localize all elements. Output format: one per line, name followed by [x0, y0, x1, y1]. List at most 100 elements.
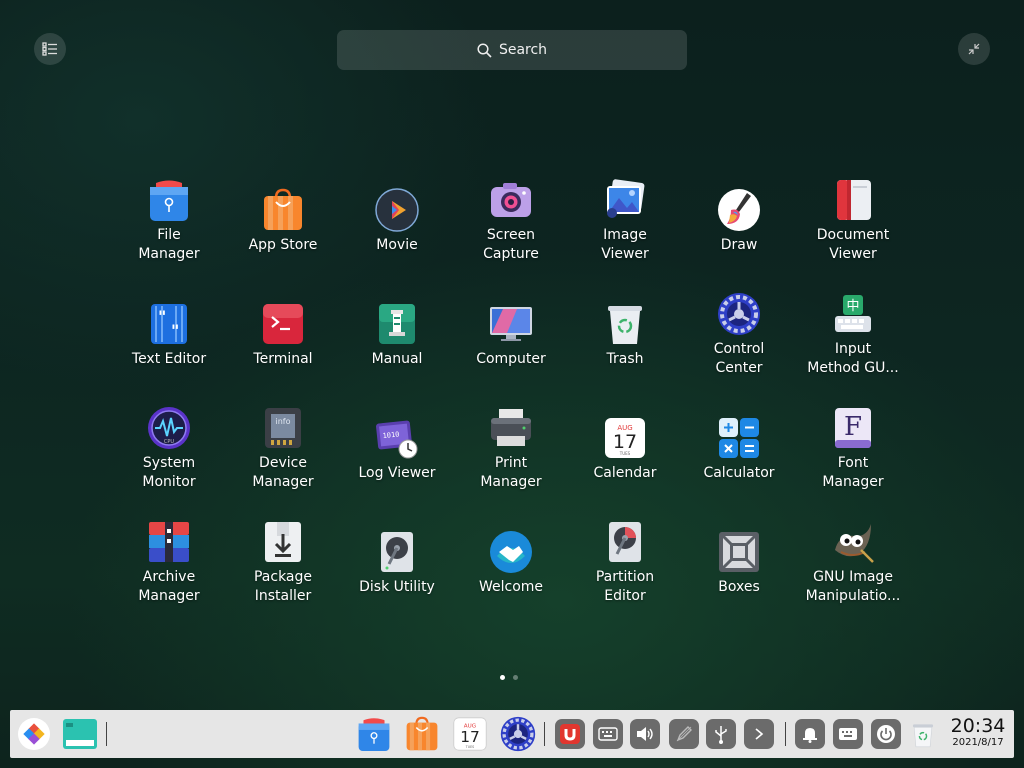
- app-disk-utility[interactable]: Disk Utility: [340, 506, 454, 620]
- input-method-icon: 中: [831, 292, 875, 336]
- trash-icon: [912, 724, 934, 748]
- app-terminal[interactable]: Terminal: [226, 278, 340, 392]
- multitask-view-button[interactable]: [62, 716, 98, 752]
- welcome-icon: [489, 530, 533, 574]
- app-gimp[interactable]: GNU Image Manipulatio...: [796, 506, 910, 620]
- svg-text:17: 17: [613, 431, 637, 453]
- computer-icon: [489, 302, 533, 346]
- dock-trash[interactable]: [908, 720, 938, 750]
- app-label: Archive Manager: [138, 569, 200, 604]
- partition-editor-icon: [603, 520, 647, 564]
- list-icon: [42, 42, 57, 56]
- app-font-manager[interactable]: F Font Manager: [796, 392, 910, 506]
- dock-separator: [785, 722, 786, 746]
- app-label: Input Method GU...: [807, 341, 899, 376]
- app-control-center[interactable]: Control Center: [682, 278, 796, 392]
- app-document-viewer[interactable]: Document Viewer: [796, 164, 910, 278]
- dock-control-center[interactable]: [500, 716, 536, 752]
- app-label: Manual: [371, 350, 423, 367]
- dock-app-store[interactable]: [404, 716, 440, 752]
- app-trash[interactable]: Trash: [568, 278, 682, 392]
- power-icon: [877, 725, 895, 743]
- tray-usb-button[interactable]: [706, 719, 736, 749]
- onscreen-keyboard-button[interactable]: [833, 719, 863, 749]
- svg-text:": ": [171, 321, 179, 340]
- app-label: Calendar: [593, 464, 657, 481]
- tray-expand-button[interactable]: [744, 719, 774, 749]
- app-text-editor[interactable]: " " Text Editor: [112, 278, 226, 392]
- app-device-manager[interactable]: info Device Manager: [226, 392, 340, 506]
- app-partition-editor[interactable]: Partition Editor: [568, 506, 682, 620]
- app-label: Disk Utility: [359, 578, 435, 595]
- page-dot-1[interactable]: [500, 675, 505, 680]
- dock-file-manager[interactable]: [356, 716, 392, 752]
- pen-icon: [676, 726, 692, 742]
- search-box[interactable]: Search: [337, 30, 687, 70]
- app-label: Document Viewer: [816, 227, 890, 262]
- app-draw[interactable]: Draw: [682, 164, 796, 278]
- clock-date: 2021/8/17: [952, 737, 1004, 748]
- svg-text:TUES: TUES: [465, 745, 474, 749]
- app-label: System Monitor: [142, 455, 196, 490]
- app-label: Boxes: [718, 578, 760, 595]
- draw-icon: [717, 188, 761, 232]
- app-label: Terminal: [253, 350, 313, 367]
- app-store-icon: [261, 188, 305, 232]
- app-manual[interactable]: Manual: [340, 278, 454, 392]
- app-label: Movie: [376, 236, 418, 253]
- exit-fullscreen-button[interactable]: [958, 33, 990, 65]
- app-system-monitor[interactable]: CPU System Monitor: [112, 392, 226, 506]
- movie-icon: [375, 187, 419, 232]
- calendar-icon: AUG17TUES: [453, 717, 487, 751]
- system-monitor-icon: CPU: [147, 406, 191, 450]
- multitask-view-icon: [63, 719, 97, 749]
- app-computer[interactable]: Computer: [454, 278, 568, 392]
- clock-time: 20:34: [950, 715, 1006, 737]
- package-installer-icon: [261, 520, 305, 564]
- calendar-icon: AUG17TUES: [603, 416, 647, 460]
- app-app-store[interactable]: App Store: [226, 164, 340, 278]
- svg-text:info: info: [275, 417, 290, 426]
- search-icon: [477, 42, 492, 58]
- app-package-installer[interactable]: Package Installer: [226, 506, 340, 620]
- tray-magnet-button[interactable]: [555, 719, 585, 749]
- app-print-manager[interactable]: Print Manager: [454, 392, 568, 506]
- app-archive-manager[interactable]: Archive Manager: [112, 506, 226, 620]
- svg-text:": ": [158, 307, 166, 326]
- app-input-method[interactable]: 中 Input Method GU...: [796, 278, 910, 392]
- app-welcome[interactable]: Welcome: [454, 506, 568, 620]
- magnet-icon: [560, 724, 580, 744]
- app-file-manager[interactable]: File Manager: [112, 164, 226, 278]
- app-screen-capture[interactable]: Screen Capture: [454, 164, 568, 278]
- tray-volume-button[interactable]: [630, 719, 660, 749]
- app-label: Calculator: [703, 464, 775, 481]
- power-button[interactable]: [871, 719, 901, 749]
- screen-capture-icon: [489, 178, 533, 222]
- app-calendar[interactable]: AUG 17 TUES Calendar: [568, 392, 682, 506]
- launcher-icon: [18, 718, 50, 750]
- notification-button[interactable]: [795, 719, 825, 749]
- app-image-viewer[interactable]: Image Viewer: [568, 164, 682, 278]
- app-label: Control Center: [713, 341, 765, 376]
- launcher-button[interactable]: [16, 716, 52, 752]
- view-mode-button[interactable]: [34, 33, 66, 65]
- app-log-viewer[interactable]: 1010 Log Viewer: [340, 392, 454, 506]
- app-label: App Store: [248, 236, 318, 253]
- tray-keyboard-button[interactable]: [593, 719, 623, 749]
- tray-pen-button[interactable]: [669, 719, 699, 749]
- app-movie[interactable]: Movie: [340, 164, 454, 278]
- app-calculator[interactable]: Calculator: [682, 392, 796, 506]
- archive-manager-icon: [147, 520, 191, 564]
- clock[interactable]: 20:34 2021/8/17: [948, 715, 1008, 749]
- trash-icon: [603, 302, 647, 346]
- volume-icon: [637, 727, 653, 741]
- calculator-icon: [717, 416, 761, 460]
- app-boxes[interactable]: Boxes: [682, 506, 796, 620]
- dock-calendar[interactable]: AUG 17 TUES: [452, 716, 488, 752]
- file-manager-icon: [358, 718, 390, 751]
- chevron-right-icon: [755, 728, 764, 740]
- page-dot-2[interactable]: [513, 675, 518, 680]
- page-indicator: [500, 675, 518, 680]
- document-viewer-icon: [831, 178, 875, 222]
- app-label: Print Manager: [480, 455, 542, 490]
